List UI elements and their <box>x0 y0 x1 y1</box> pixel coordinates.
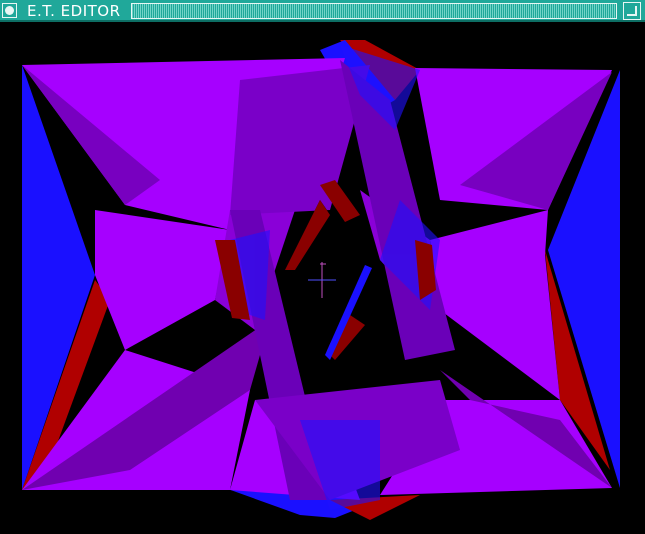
window-title-bar[interactable]: E.T. EDITOR <box>0 0 645 22</box>
title-bar-drag-area[interactable] <box>131 3 617 19</box>
face-right <box>430 210 560 400</box>
3d-viewport[interactable] <box>0 24 645 534</box>
window-resize-button[interactable] <box>623 2 641 20</box>
face-left <box>95 210 230 350</box>
circle-close-icon <box>5 6 14 15</box>
3d-model-canvas[interactable] <box>0 24 645 534</box>
window-title: E.T. EDITOR <box>27 2 121 20</box>
window-resize-icon <box>627 6 637 16</box>
window-close-button[interactable] <box>2 3 17 18</box>
